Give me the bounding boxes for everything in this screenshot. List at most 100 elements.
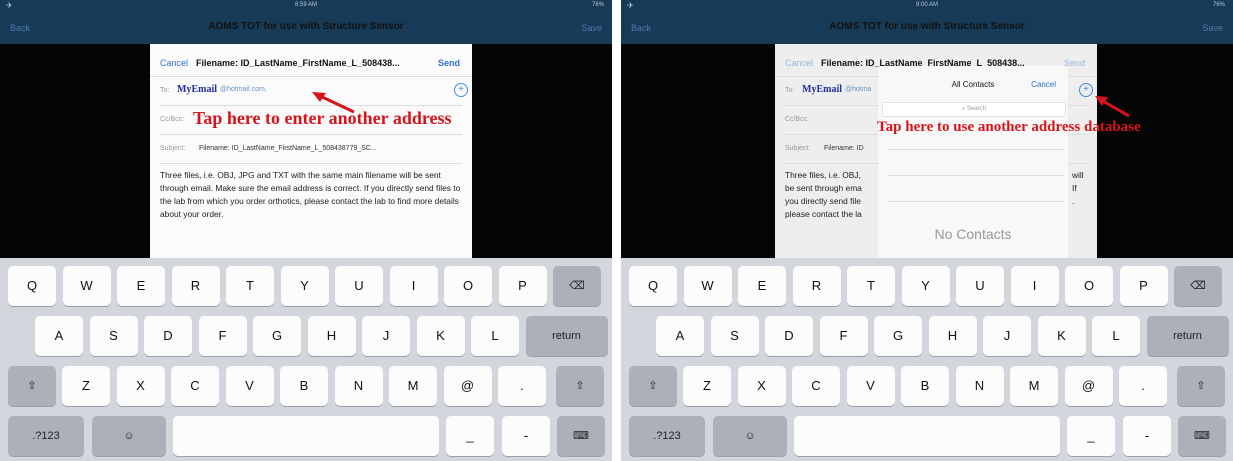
key-l[interactable]: L — [471, 316, 519, 356]
key-k[interactable]: K — [1037, 316, 1086, 356]
emoji-key[interactable]: ☺ — [92, 416, 166, 456]
key-at[interactable]: @ — [1064, 366, 1113, 406]
shift-key-left[interactable]: ⇧ — [8, 366, 56, 406]
keyboard-hide-icon: ⌨ — [573, 430, 589, 442]
return-key[interactable]: return — [525, 316, 608, 356]
key-j[interactable]: J — [362, 316, 410, 356]
key-period[interactable]: . — [498, 366, 546, 406]
numbers-key[interactable]: .?123 — [8, 416, 84, 456]
key-p[interactable]: P — [498, 266, 547, 306]
key-u[interactable]: U — [956, 266, 1004, 306]
key-f[interactable]: F — [819, 316, 868, 356]
key-a[interactable]: A — [656, 316, 704, 356]
key-g[interactable]: G — [253, 316, 301, 356]
key-w[interactable]: W — [683, 266, 732, 306]
key-i[interactable]: I — [1010, 266, 1059, 306]
key-d[interactable]: D — [765, 316, 813, 356]
hide-keyboard-key[interactable]: ⌨ — [1178, 416, 1226, 456]
shift-icon: ⇧ — [648, 380, 658, 392]
message-body-right: will If . — [1072, 169, 1102, 208]
key-e[interactable]: E — [738, 266, 786, 306]
key-x[interactable]: X — [116, 366, 165, 406]
contacts-cancel-button[interactable]: Cancel — [1031, 80, 1056, 89]
key-n[interactable]: N — [334, 366, 383, 406]
body-line: will — [1072, 170, 1084, 180]
save-button[interactable]: Save — [1202, 23, 1223, 33]
key-m[interactable]: M — [1010, 366, 1058, 406]
subject-field[interactable]: Subject: Filename: ID_LastName_FirstName… — [160, 135, 462, 164]
key-b[interactable]: B — [280, 366, 328, 406]
key-p[interactable]: P — [1119, 266, 1168, 306]
backspace-key[interactable]: ⌫ — [553, 266, 601, 306]
backspace-icon: ⌫ — [1190, 280, 1206, 292]
key-b[interactable]: B — [901, 366, 949, 406]
key-n[interactable]: N — [955, 366, 1004, 406]
add-contact-icon[interactable]: + — [454, 83, 468, 97]
key-at[interactable]: @ — [443, 366, 492, 406]
key-s[interactable]: S — [89, 316, 138, 356]
return-key[interactable]: return — [1146, 316, 1229, 356]
key-g[interactable]: G — [874, 316, 922, 356]
cancel-button[interactable]: Cancel — [785, 58, 813, 68]
keyboard: Q W E R T Y U I O P ⌫ A S D F G H J K Lreturn ⇧ Z X C V B N M @. ⇧ .?1… — [0, 258, 612, 461]
key-o[interactable]: O — [1065, 266, 1113, 306]
key-period[interactable]: . — [1119, 366, 1167, 406]
key-z[interactable]: Z — [683, 366, 731, 406]
message-body[interactable]: Three files, i.e. OBJ, be sent through e… — [785, 169, 885, 221]
key-h[interactable]: H — [307, 316, 356, 356]
key-v[interactable]: V — [846, 366, 895, 406]
key-t[interactable]: T — [847, 266, 895, 306]
space-bar[interactable] — [794, 416, 1060, 456]
dash-key[interactable]: - — [502, 416, 550, 456]
battery-level: 76% — [1212, 2, 1225, 8]
underscore-key[interactable]: _ — [1067, 416, 1115, 456]
key-v[interactable]: V — [225, 366, 274, 406]
key-i[interactable]: I — [389, 266, 438, 306]
backspace-key[interactable]: ⌫ — [1174, 266, 1222, 306]
key-c[interactable]: C — [792, 366, 840, 406]
key-c[interactable]: C — [171, 366, 219, 406]
emoji-key[interactable]: ☺ — [713, 416, 787, 456]
key-q[interactable]: Q — [629, 266, 677, 306]
key-u[interactable]: U — [335, 266, 383, 306]
save-button[interactable]: Save — [581, 23, 602, 33]
key-w[interactable]: W — [62, 266, 111, 306]
key-r[interactable]: R — [792, 266, 841, 306]
key-r[interactable]: R — [171, 266, 220, 306]
compose-title: Filename: ID_LastName_FirstName_L_508438… — [196, 58, 400, 68]
underscore-key[interactable]: _ — [446, 416, 494, 456]
status-bar: ✈ 8:59 AM 76% — [0, 0, 612, 12]
space-bar[interactable] — [173, 416, 439, 456]
key-o[interactable]: O — [444, 266, 492, 306]
key-h[interactable]: H — [928, 316, 977, 356]
key-d[interactable]: D — [144, 316, 192, 356]
nav-bar: Back AOMS TOT for use with Structure Sen… — [0, 12, 612, 44]
key-k[interactable]: K — [416, 316, 465, 356]
shift-key-right[interactable]: ⇧ — [1177, 366, 1225, 406]
dash-key[interactable]: - — [1123, 416, 1171, 456]
shift-key-left[interactable]: ⇧ — [629, 366, 677, 406]
message-body[interactable]: Three files, i.e. OBJ, JPG and TXT with … — [160, 169, 465, 221]
cancel-button[interactable]: Cancel — [160, 58, 188, 68]
key-e[interactable]: E — [117, 266, 165, 306]
numbers-key[interactable]: .?123 — [629, 416, 705, 456]
key-y[interactable]: Y — [280, 266, 329, 306]
key-t[interactable]: T — [226, 266, 274, 306]
cc-bcc-label: Cc/Bcc: — [785, 116, 810, 123]
body-line: be sent through ema — [785, 183, 862, 193]
key-z[interactable]: Z — [62, 366, 110, 406]
add-contact-icon[interactable]: + — [1079, 83, 1093, 97]
key-f[interactable]: F — [198, 316, 247, 356]
key-a[interactable]: A — [35, 316, 83, 356]
shift-key-right[interactable]: ⇧ — [556, 366, 604, 406]
key-q[interactable]: Q — [8, 266, 56, 306]
key-s[interactable]: S — [710, 316, 759, 356]
key-y[interactable]: Y — [901, 266, 950, 306]
send-button[interactable]: Send — [438, 58, 460, 68]
contacts-search-input[interactable]: ⌕ Search — [882, 102, 1066, 117]
key-x[interactable]: X — [737, 366, 786, 406]
key-j[interactable]: J — [983, 316, 1031, 356]
key-l[interactable]: L — [1092, 316, 1140, 356]
hide-keyboard-key[interactable]: ⌨ — [557, 416, 605, 456]
key-m[interactable]: M — [389, 366, 437, 406]
